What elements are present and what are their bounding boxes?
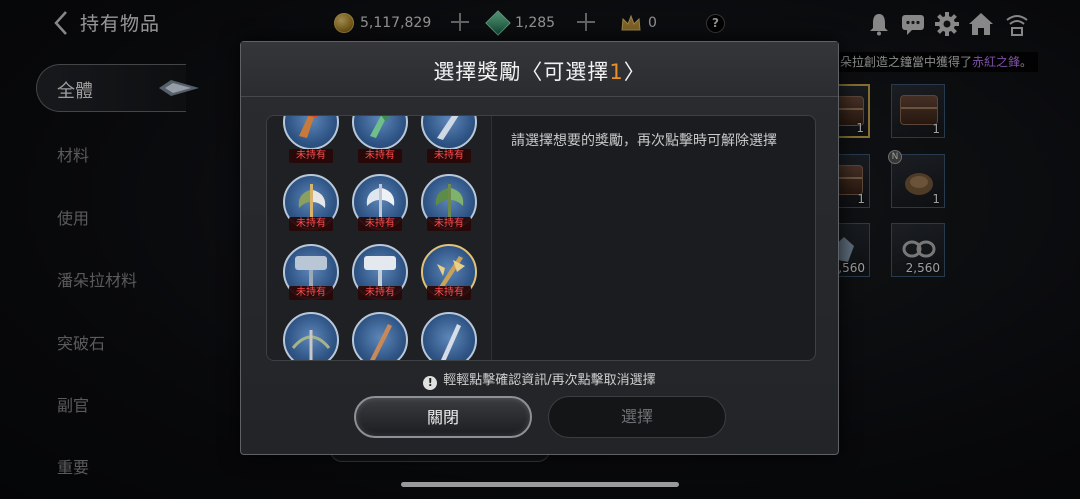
- dialog-body: 未持有 未持有 未持有 未持有 未持有 未持有 未持有 未持有 未持有 請選擇想…: [266, 115, 816, 361]
- selectable-count: 1: [609, 60, 624, 84]
- unowned-badge: 未持有: [358, 217, 402, 231]
- close-button[interactable]: 關閉: [354, 396, 532, 438]
- unowned-badge: 未持有: [289, 286, 333, 300]
- unowned-badge: 未持有: [427, 149, 471, 163]
- select-button[interactable]: 選擇: [548, 396, 726, 438]
- select-reward-dialog: 選擇獎勵〈可選擇1〉 未持有 未持有 未持有 未持有 未持有 未持有 未持有 未…: [240, 41, 839, 455]
- unowned-badge: 未持有: [358, 286, 402, 300]
- hint-text: ! 輕輕點擊確認資訊/再次點擊取消選擇: [241, 369, 838, 390]
- reward-item-spear[interactable]: [421, 312, 477, 360]
- home-indicator[interactable]: [401, 482, 679, 487]
- unowned-badge: 未持有: [289, 149, 333, 163]
- reward-item-blade[interactable]: [421, 116, 477, 150]
- reward-description: 請選擇想要的獎勵，再次點擊時可解除選擇: [511, 133, 777, 149]
- reward-item-crossbow[interactable]: [283, 312, 339, 360]
- unowned-badge: 未持有: [358, 149, 402, 163]
- unowned-badge: 未持有: [289, 217, 333, 231]
- reward-item-sword[interactable]: [352, 116, 408, 150]
- dialog-title: 選擇獎勵〈可選擇1〉: [433, 60, 646, 84]
- reward-item-sword[interactable]: [283, 116, 339, 150]
- reward-grid[interactable]: 未持有 未持有 未持有 未持有 未持有 未持有 未持有 未持有 未持有: [267, 116, 492, 360]
- reward-item-spear[interactable]: [352, 312, 408, 360]
- unowned-badge: 未持有: [427, 286, 471, 300]
- dialog-header: 選擇獎勵〈可選擇1〉: [241, 42, 838, 97]
- unowned-badge: 未持有: [427, 217, 471, 231]
- info-icon: !: [423, 376, 438, 390]
